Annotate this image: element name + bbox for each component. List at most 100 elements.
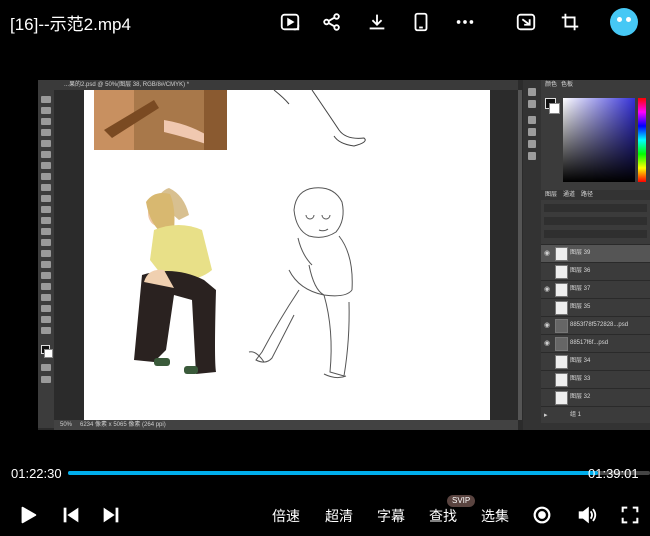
layer-row[interactable]: 图层 32 <box>541 388 650 406</box>
folder-icon: ▸ <box>544 412 548 419</box>
next-button[interactable] <box>99 503 123 527</box>
tab-paths[interactable]: 路径 <box>581 190 593 200</box>
episodes-button[interactable]: 选集 <box>481 506 509 526</box>
blend-mode-bar[interactable] <box>544 217 647 225</box>
phone-icon[interactable] <box>409 10 433 34</box>
eye-icon[interactable]: ◉ <box>544 322 550 329</box>
marquee-tool-icon[interactable] <box>41 107 51 114</box>
layer-group-row[interactable]: ▸ 组 1 <box>541 406 650 424</box>
panel-icon-strip <box>523 80 541 430</box>
layer-name: 图层 35 <box>570 304 591 310</box>
download-icon[interactable] <box>365 10 389 34</box>
more-tools-icon[interactable] <box>41 327 51 334</box>
video-title: [16]--示范2.mp4 <box>10 15 131 34</box>
layer-thumbnail <box>555 355 568 369</box>
background-color-swatch[interactable] <box>44 349 53 358</box>
shape-tool-icon[interactable] <box>41 294 51 301</box>
tab-channels[interactable]: 通道 <box>563 190 575 200</box>
eye-icon[interactable]: ◉ <box>544 286 550 293</box>
layer-name: 组 1 <box>570 412 582 418</box>
avatar[interactable] <box>610 8 638 36</box>
layer-row[interactable]: 图层 33 <box>541 370 650 388</box>
dodge-tool-icon[interactable] <box>41 250 51 257</box>
picture-in-picture-icon[interactable] <box>278 10 302 34</box>
quality-button[interactable]: 超清 <box>325 506 353 526</box>
quick-mask-icon[interactable] <box>41 364 51 371</box>
hue-slider[interactable] <box>638 98 646 182</box>
share-icon[interactable] <box>320 10 344 34</box>
ps-document-tab: ...果的2.psd @ 50%(图层 38, RGB/8#/CMYK) * <box>38 80 518 90</box>
danmaku-toggle-icon[interactable] <box>530 503 554 527</box>
layer-row[interactable]: ◉ 88517f6f...psd <box>541 334 650 352</box>
tab-layers[interactable]: 图层 <box>545 190 557 200</box>
history-brush-tool-icon[interactable] <box>41 206 51 213</box>
path-select-tool-icon[interactable] <box>41 283 51 290</box>
magic-wand-tool-icon[interactable] <box>41 129 51 136</box>
zoom-level: 50% <box>60 422 73 428</box>
layer-row[interactable]: 图层 35 <box>541 298 650 316</box>
lock-fill-bar[interactable] <box>544 230 647 238</box>
screen-mode-icon[interactable] <box>41 376 51 383</box>
layer-row[interactable]: ◉ 图层 37 <box>541 280 650 298</box>
tab-color[interactable]: 颜色 <box>545 80 557 90</box>
history-panel-icon[interactable] <box>528 88 536 96</box>
zoom-tool-icon[interactable] <box>41 316 51 323</box>
healing-tool-icon[interactable] <box>41 173 51 180</box>
crop-tool-icon[interactable] <box>41 140 51 147</box>
previous-button[interactable] <box>59 503 83 527</box>
properties-panel-icon[interactable] <box>528 100 536 108</box>
layer-name: 图层 33 <box>570 376 591 382</box>
blur-tool-icon[interactable] <box>41 239 51 246</box>
subtitle-button[interactable]: 字幕 <box>377 506 405 526</box>
eye-icon[interactable]: ◉ <box>544 340 550 347</box>
ps-status-bar: 50% 6234 像素 x 5065 像素 (264 ppi) <box>54 420 518 430</box>
cast-icon[interactable] <box>514 10 538 34</box>
clone-source-panel-icon[interactable] <box>528 128 536 136</box>
canvas-vertical-scrollbar[interactable] <box>518 90 522 420</box>
move-tool-icon[interactable] <box>41 96 51 103</box>
volume-icon[interactable] <box>575 503 599 527</box>
paragraph-panel-icon[interactable] <box>528 152 536 160</box>
brush-tool-icon[interactable] <box>41 184 51 191</box>
layer-thumbnail <box>555 247 568 261</box>
eraser-tool-icon[interactable] <box>41 217 51 224</box>
crop-icon[interactable] <box>558 10 582 34</box>
panel-background-swatch[interactable] <box>549 103 560 114</box>
stamp-tool-icon[interactable] <box>41 195 51 202</box>
frame-tool-icon[interactable] <box>41 151 51 158</box>
layer-row[interactable]: ◉ 图层 39 <box>541 244 650 262</box>
ps-toolbar <box>38 90 54 428</box>
layer-name: 图层 39 <box>570 250 591 256</box>
speed-button[interactable]: 倍速 <box>272 506 300 526</box>
character-panel-icon[interactable] <box>528 140 536 148</box>
lasso-tool-icon[interactable] <box>41 118 51 125</box>
layer-name: 图层 34 <box>570 358 591 364</box>
reference-photo-figure <box>134 188 216 374</box>
layer-filter-bar[interactable] <box>544 204 647 212</box>
color-picker-field[interactable] <box>563 98 635 182</box>
gradient-tool-icon[interactable] <box>41 228 51 235</box>
tab-swatches[interactable]: 色板 <box>561 80 573 90</box>
document-info: 6234 像素 x 5065 像素 (264 ppi) <box>80 422 166 428</box>
ps-canvas[interactable] <box>84 90 490 420</box>
video-frame[interactable]: ...果的2.psd @ 50%(图层 38, RGB/8#/CMYK) * 5… <box>38 80 650 430</box>
hand-tool-icon[interactable] <box>41 305 51 312</box>
play-button[interactable] <box>16 503 40 527</box>
eye-icon[interactable]: ◉ <box>544 250 550 257</box>
fullscreen-icon[interactable] <box>618 503 642 527</box>
type-tool-icon[interactable] <box>41 272 51 279</box>
layer-thumbnail <box>555 283 568 297</box>
pen-tool-icon[interactable] <box>41 261 51 268</box>
brush-panel-icon[interactable] <box>528 116 536 124</box>
layer-row[interactable]: 图层 34 <box>541 352 650 370</box>
layer-row[interactable]: ◉ 8853f78f572828...psd <box>541 316 650 334</box>
more-icon[interactable] <box>453 10 477 34</box>
ps-document-title: ...果的2.psd @ 50%(图层 38, RGB/8#/CMYK) * <box>64 82 190 88</box>
search-button[interactable]: 查找 <box>429 506 457 526</box>
layer-thumbnail <box>555 373 568 387</box>
current-time: 01:22:30 <box>11 466 62 481</box>
layer-row[interactable]: 图层 36 <box>541 262 650 280</box>
layer-thumbnail <box>555 319 568 333</box>
eyedropper-tool-icon[interactable] <box>41 162 51 169</box>
layer-name: 图层 32 <box>570 394 591 400</box>
